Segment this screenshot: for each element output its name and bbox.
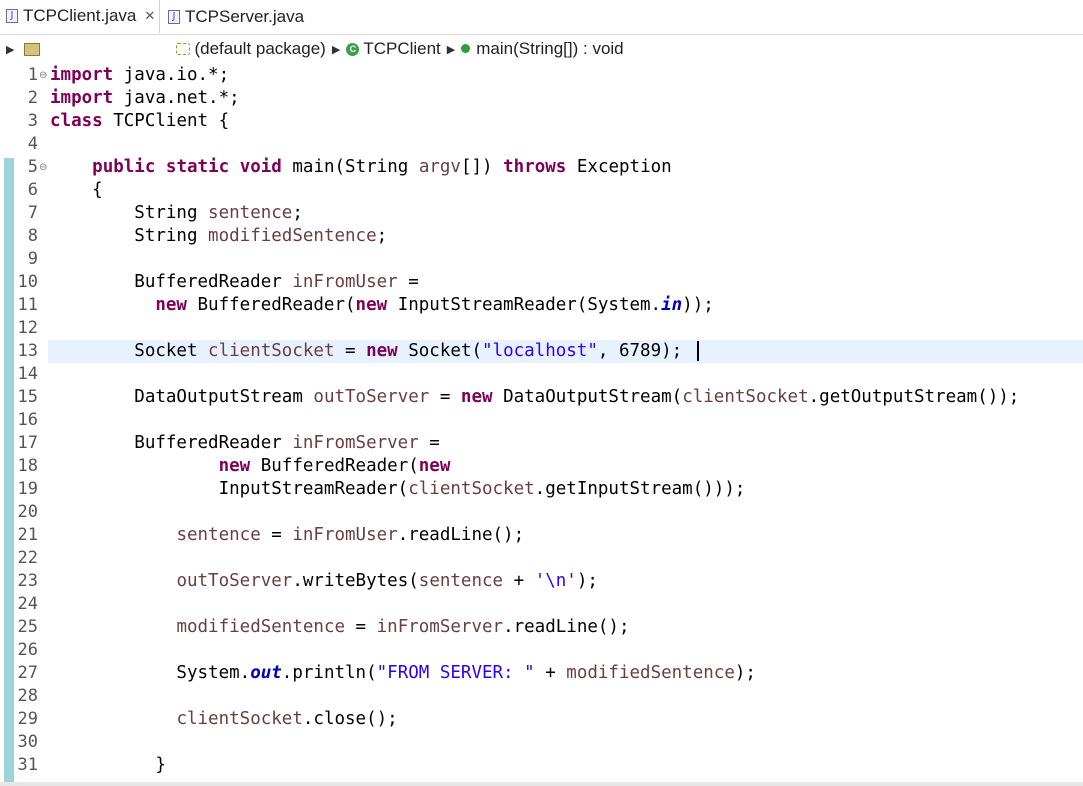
line-number: 23 [17, 571, 38, 591]
line-number: 5 [27, 157, 38, 177]
line-number: 3 [27, 111, 38, 131]
code-line-19[interactable]: InputStreamReader(clientSocket.getInputS… [50, 478, 746, 501]
tab-tcpclient-java[interactable]: J TCPClient.java ✕ [0, 0, 160, 34]
project-icon[interactable] [24, 42, 41, 56]
line-number: 16 [17, 410, 38, 430]
code-line-1[interactable]: import java.io.*; [50, 64, 229, 87]
package-icon [176, 43, 191, 55]
code-line-13[interactable]: Socket clientSocket = new Socket("localh… [50, 340, 699, 363]
horizontal-scrollbar[interactable] [0, 782, 1083, 786]
line-number: 25 [17, 617, 38, 637]
line-number: 9 [27, 249, 38, 269]
line-number: 27 [17, 663, 38, 683]
line-number: 28 [17, 686, 38, 706]
breadcrumb-class[interactable]: TCPClient [363, 39, 440, 59]
code-line-18[interactable]: new BufferedReader(new [50, 455, 451, 478]
code-line-31[interactable]: } [50, 754, 166, 777]
chevron-right-icon[interactable]: ▶ [332, 43, 340, 56]
code-line-5[interactable]: public static void main(String argv[]) t… [50, 156, 672, 179]
code-line-27[interactable]: System.out.println("FROM SERVER: " + mod… [50, 662, 756, 685]
line-number: 6 [27, 180, 38, 200]
breadcrumb-package[interactable]: (default package) [194, 39, 325, 59]
chevron-right-icon[interactable]: ▶ [6, 43, 14, 56]
line-number: 31 [17, 755, 38, 775]
line-number: 14 [17, 364, 38, 384]
text-cursor [696, 341, 699, 361]
code-line-15[interactable]: DataOutputStream outToServer = new DataO… [50, 386, 1019, 409]
line-number: 7 [27, 203, 38, 223]
editor-tab-bar: J TCPClient.java ✕ J TCPServer.java [0, 0, 1083, 35]
line-number: 26 [17, 640, 38, 660]
code-editor[interactable]: 1 ⊖ 2 3 4 5 ⊖ 6 7 8 9 10 11 12 13 14 15 … [0, 64, 1083, 786]
code-line-10[interactable]: BufferedReader inFromUser = [50, 271, 418, 294]
line-number: 17 [17, 433, 38, 453]
tab-label: TCPClient.java [23, 6, 137, 25]
fold-toggle-icon[interactable]: ⊖ [39, 156, 47, 179]
line-number: 13 [17, 341, 38, 361]
code-line-23[interactable]: outToServer.writeBytes(sentence + '\n'); [50, 570, 597, 593]
java-file-icon: J [168, 10, 180, 24]
line-number: 24 [17, 594, 38, 614]
line-number: 8 [27, 226, 38, 246]
project-name-redacted [40, 44, 176, 54]
line-number: 4 [27, 134, 38, 154]
tab-label: TCPServer.java [185, 7, 305, 26]
code-line-2[interactable]: import java.net.*; [50, 87, 240, 110]
code-line-8[interactable]: String modifiedSentence; [50, 225, 387, 248]
line-number: 15 [17, 387, 38, 407]
line-number: 12 [17, 318, 38, 338]
line-number: 29 [17, 709, 38, 729]
line-number: 18 [17, 456, 38, 476]
java-file-icon: J [6, 9, 18, 23]
class-icon: C [346, 42, 360, 56]
code-line-11[interactable]: new BufferedReader(new InputStreamReader… [50, 294, 713, 317]
code-line-17[interactable]: BufferedReader inFromServer = [50, 432, 440, 455]
line-number: 10 [17, 272, 38, 292]
line-number: 22 [17, 548, 38, 568]
breadcrumb: ▶ (default package) ▶ C TCPClient ▶ main… [0, 34, 1083, 64]
code-line-29[interactable]: clientSocket.close(); [50, 708, 397, 731]
code-line-3[interactable]: class TCPClient { [50, 110, 229, 133]
line-number: 1 [27, 65, 38, 85]
tab-tcpserver-java[interactable]: J TCPServer.java [162, 0, 312, 34]
code-line-21[interactable]: sentence = inFromUser.readLine(); [50, 524, 524, 547]
line-number: 11 [17, 295, 38, 315]
chevron-right-icon[interactable]: ▶ [447, 43, 455, 56]
line-number: 30 [17, 732, 38, 752]
code-line-7[interactable]: String sentence; [50, 202, 303, 225]
code-line-6[interactable]: { [50, 179, 103, 202]
fold-toggle-icon[interactable]: ⊖ [39, 64, 47, 87]
breadcrumb-method[interactable]: main(String[]) : void [476, 39, 623, 59]
line-number: 2 [27, 88, 38, 108]
method-icon [461, 43, 471, 53]
code-line-25[interactable]: modifiedSentence = inFromServer.readLine… [50, 616, 629, 639]
close-icon[interactable]: ✕ [144, 9, 155, 24]
line-number: 20 [17, 502, 38, 522]
line-number: 19 [17, 479, 38, 499]
line-number: 21 [17, 525, 38, 545]
